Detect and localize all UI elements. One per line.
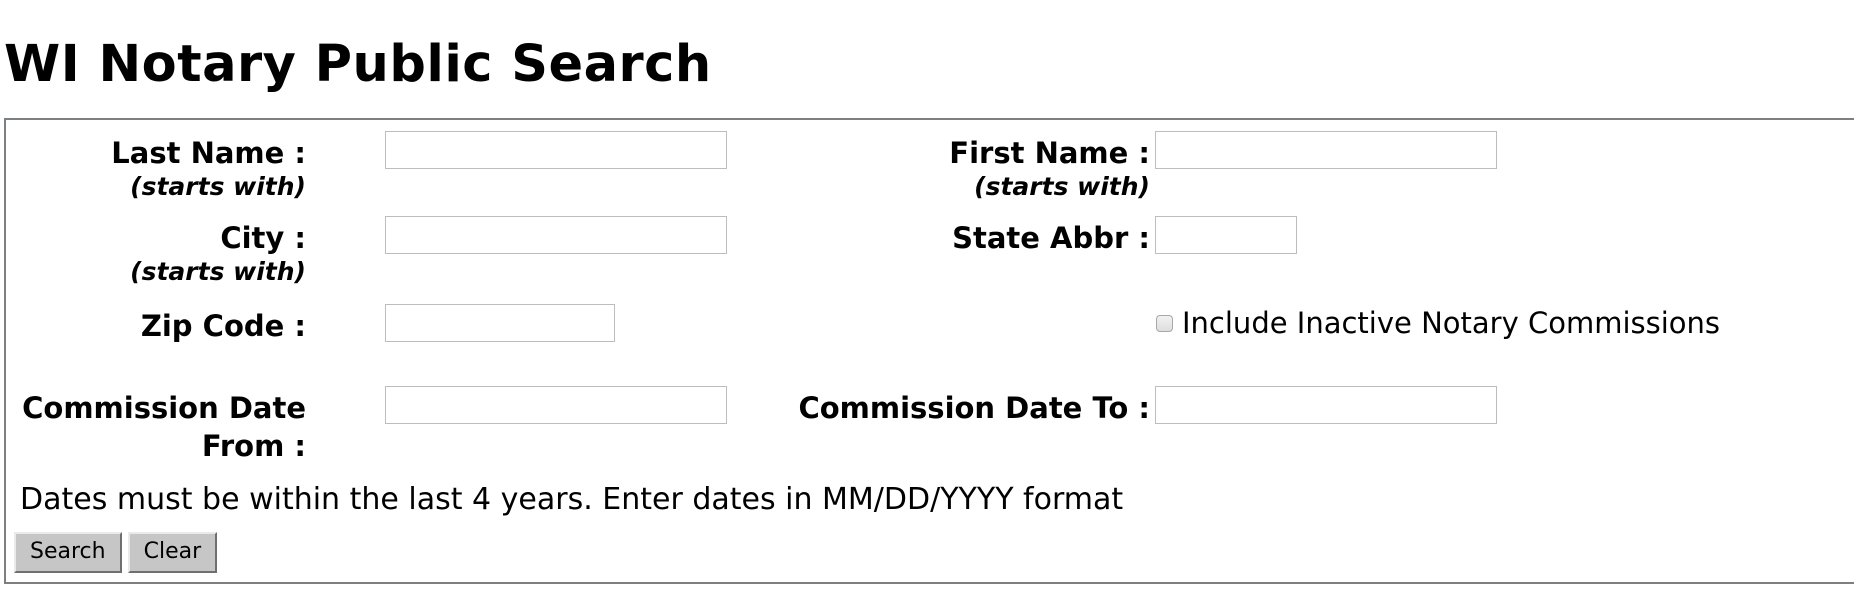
last-name-hint: (starts with) <box>130 172 306 201</box>
city-label: City : <box>220 221 306 255</box>
last-name-input[interactable] <box>385 131 727 169</box>
search-button[interactable]: Search <box>14 532 122 573</box>
page-title: WI Notary Public Search <box>4 35 712 95</box>
first-name-input[interactable] <box>1155 131 1497 169</box>
commission-date-to-input[interactable] <box>1155 386 1497 424</box>
zip-code-input[interactable] <box>385 304 615 342</box>
commission-date-from-input[interactable] <box>385 386 727 424</box>
state-abbr-input[interactable] <box>1155 216 1297 254</box>
zip-code-label: Zip Code : <box>140 309 306 343</box>
search-form-panel: Last Name : (starts with) First Name : (… <box>4 118 1854 584</box>
clear-button[interactable]: Clear <box>127 532 218 573</box>
city-hint: (starts with) <box>130 257 306 286</box>
commission-date-from-label: Commission Date From : <box>22 391 306 463</box>
form-button-row: Search Clear <box>14 532 218 573</box>
search-form: Last Name : (starts with) First Name : (… <box>6 120 1854 582</box>
include-inactive-label: Include Inactive Notary Commissions <box>1182 306 1721 340</box>
state-abbr-label: State Abbr : <box>952 221 1150 255</box>
include-inactive-checkbox-row[interactable]: Include Inactive Notary Commissions <box>1156 306 1720 340</box>
first-name-hint: (starts with) <box>974 172 1150 201</box>
include-inactive-checkbox[interactable] <box>1156 314 1173 332</box>
commission-date-to-label: Commission Date To : <box>798 391 1150 425</box>
city-input[interactable] <box>385 216 727 254</box>
date-format-note: Dates must be within the last 4 years. E… <box>20 482 1124 517</box>
page-root: WI Notary Public Search Last Name : (sta… <box>0 0 1854 596</box>
first-name-label: First Name : <box>949 136 1150 170</box>
last-name-label: Last Name : <box>111 136 306 170</box>
